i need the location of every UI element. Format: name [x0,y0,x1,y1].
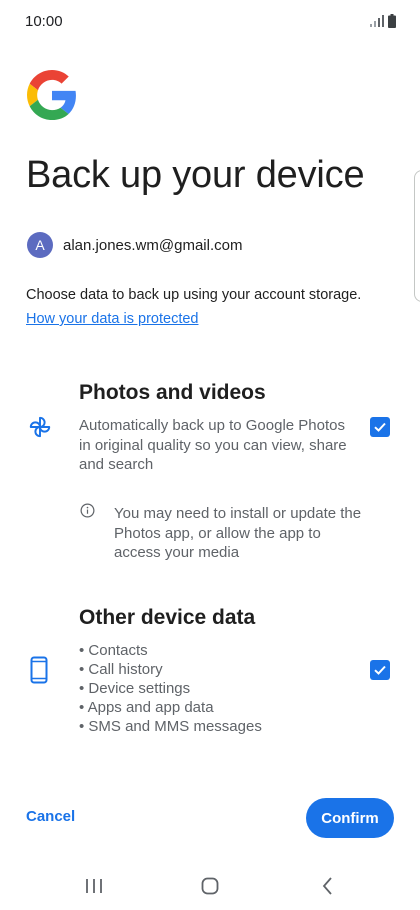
navigation-bar [0,862,420,910]
checkmark-icon [374,665,386,675]
checkmark-icon [374,422,386,432]
list-item: • Call history [79,661,163,678]
account-email: alan.jones.wm@gmail.com [63,236,243,254]
photos-description: Automatically back up to Google Photos i… [79,417,347,473]
device-data-list: • Contacts • Call history • Device setti… [79,641,262,736]
list-item: • Contacts [79,642,148,659]
avatar: A [27,232,53,258]
list-item: • Apps and app data [79,699,214,716]
list-item: • SMS and MMS messages [79,718,262,735]
intro-text: Choose data to back up using your accoun… [26,287,362,303]
device-data-backup-checkbox[interactable] [370,660,390,680]
cancel-button[interactable]: Cancel [26,808,75,825]
photos-backup-checkbox[interactable] [370,417,390,437]
battery-icon [388,14,396,28]
photos-pinwheel-icon [29,416,51,438]
photos-section-title: Photos and videos [79,381,266,404]
recent-apps-icon[interactable] [82,874,106,898]
back-icon[interactable] [316,874,340,898]
home-icon[interactable] [198,874,222,898]
confirm-button[interactable]: Confirm [306,798,394,838]
page-title: Back up your device [26,154,365,196]
device-data-section-title: Other device data [79,606,256,629]
status-time: 10:00 [25,13,63,30]
list-item: • Device settings [79,680,191,697]
info-icon [80,503,95,518]
google-logo-icon [27,70,76,120]
photos-app-note: You may need to install or update the Ph… [114,505,362,561]
scroll-indicator[interactable] [414,170,420,302]
status-bar: 10:00 [0,0,420,44]
account-row: A alan.jones.wm@gmail.com [27,232,242,258]
signal-icon [370,15,384,27]
phone-icon [30,656,48,684]
data-protection-link[interactable]: How your data is protected [26,311,198,327]
